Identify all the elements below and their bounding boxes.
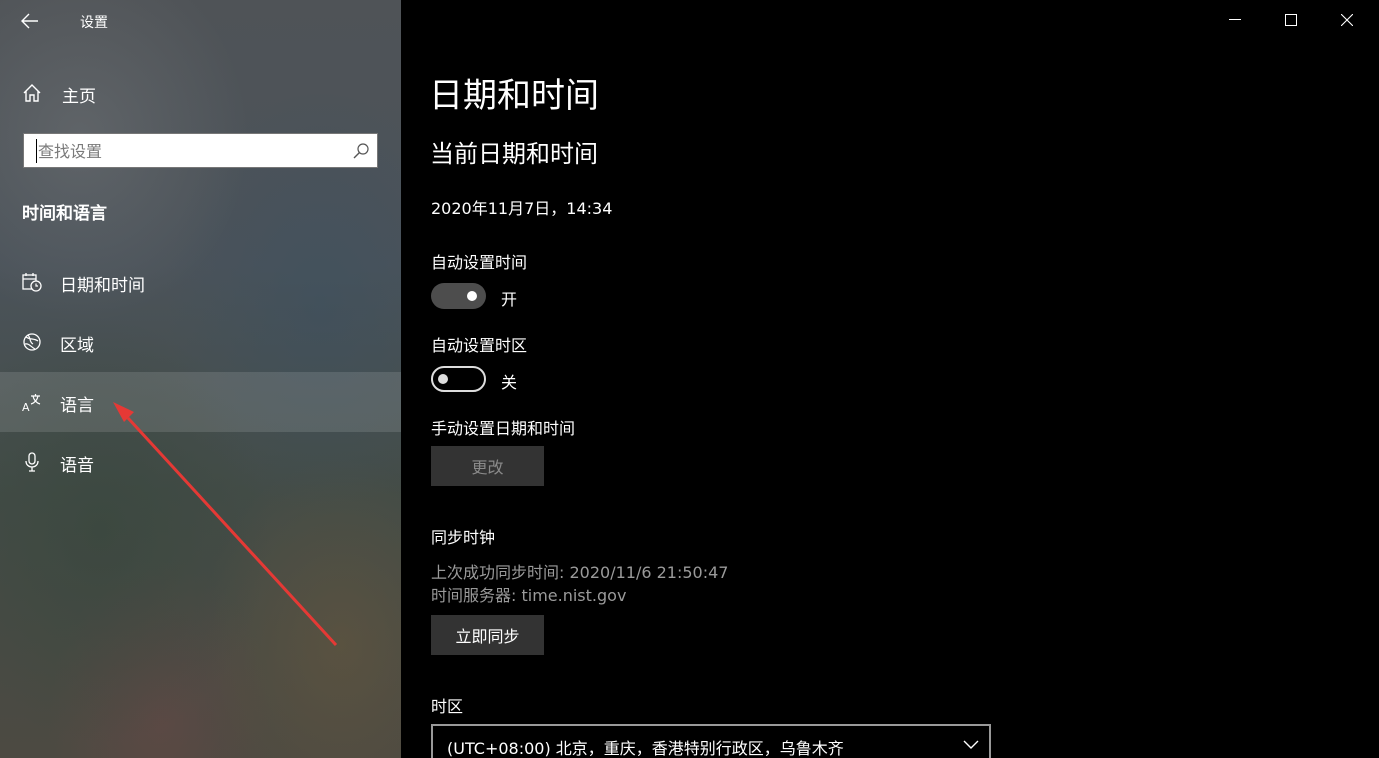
last-sync-text: 上次成功同步时间: 2020/11/6 21:50:47 [431, 563, 729, 582]
back-arrow-icon [21, 13, 38, 29]
maximize-icon [1285, 14, 1297, 26]
minimize-button[interactable] [1207, 0, 1263, 40]
sidebar: 设置 主页 时间和语言 日期和时间 区域 A 语言 语音 [0, 0, 401, 758]
sidebar-item-label: 区域 [60, 336, 94, 356]
microphone-icon [25, 452, 39, 472]
time-server-text: 时间服务器: time.nist.gov [431, 586, 627, 605]
globe-region-icon [23, 333, 41, 351]
sidebar-item-label: 语音 [60, 456, 94, 476]
timezone-value: (UTC+08:00) 北京，重庆，香港特别行政区，乌鲁木齐 [447, 739, 844, 758]
content-pane: 日期和时间 当前日期和时间 2020年11月7日，14:34 自动设置时间 开 … [401, 0, 1379, 758]
change-button[interactable]: 更改 [431, 446, 544, 486]
search-icon[interactable] [353, 143, 369, 159]
auto-time-toggle[interactable] [431, 283, 486, 309]
auto-timezone-state: 关 [501, 373, 518, 392]
auto-timezone-label: 自动设置时区 [431, 336, 528, 355]
toggle-knob [467, 291, 477, 301]
current-section-title: 当前日期和时间 [430, 140, 598, 168]
sidebar-item-label: 语言 [60, 396, 94, 416]
home-icon [23, 84, 41, 102]
sidebar-item-label: 日期和时间 [60, 276, 145, 296]
auto-time-state: 开 [501, 290, 518, 309]
toggle-knob [438, 374, 448, 384]
sync-now-button[interactable]: 立即同步 [431, 615, 544, 655]
auto-time-label: 自动设置时间 [431, 253, 528, 272]
language-icon: A [22, 394, 41, 412]
sidebar-item-speech[interactable]: 语音 [0, 432, 401, 492]
timezone-label: 时区 [431, 697, 464, 716]
search-box[interactable] [23, 133, 378, 168]
close-button[interactable] [1319, 0, 1375, 40]
current-datetime: 2020年11月7日，14:34 [431, 199, 613, 218]
chevron-down-icon [963, 740, 979, 749]
auto-timezone-toggle[interactable] [431, 366, 486, 392]
calendar-clock-icon [22, 273, 42, 292]
timezone-dropdown[interactable]: (UTC+08:00) 北京，重庆，香港特别行政区，乌鲁木齐 [431, 724, 991, 758]
section-title: 时间和语言 [22, 204, 107, 224]
manual-datetime-label: 手动设置日期和时间 [431, 419, 576, 438]
close-icon [1341, 14, 1353, 26]
page-title: 日期和时间 [429, 76, 599, 116]
nav-home-label: 主页 [62, 87, 96, 107]
nav-home[interactable]: 主页 [0, 72, 401, 114]
maximize-button[interactable] [1263, 0, 1319, 40]
app-title: 设置 [80, 15, 108, 31]
svg-text:A: A [22, 401, 30, 412]
sync-clock-label: 同步时钟 [431, 528, 496, 547]
sidebar-item-date-time[interactable]: 日期和时间 [0, 252, 401, 312]
minimize-icon [1229, 19, 1241, 20]
sidebar-item-region[interactable]: 区域 [0, 312, 401, 372]
back-button[interactable] [14, 6, 46, 36]
search-input[interactable] [36, 139, 336, 163]
sidebar-item-language[interactable]: A 语言 [0, 372, 401, 432]
